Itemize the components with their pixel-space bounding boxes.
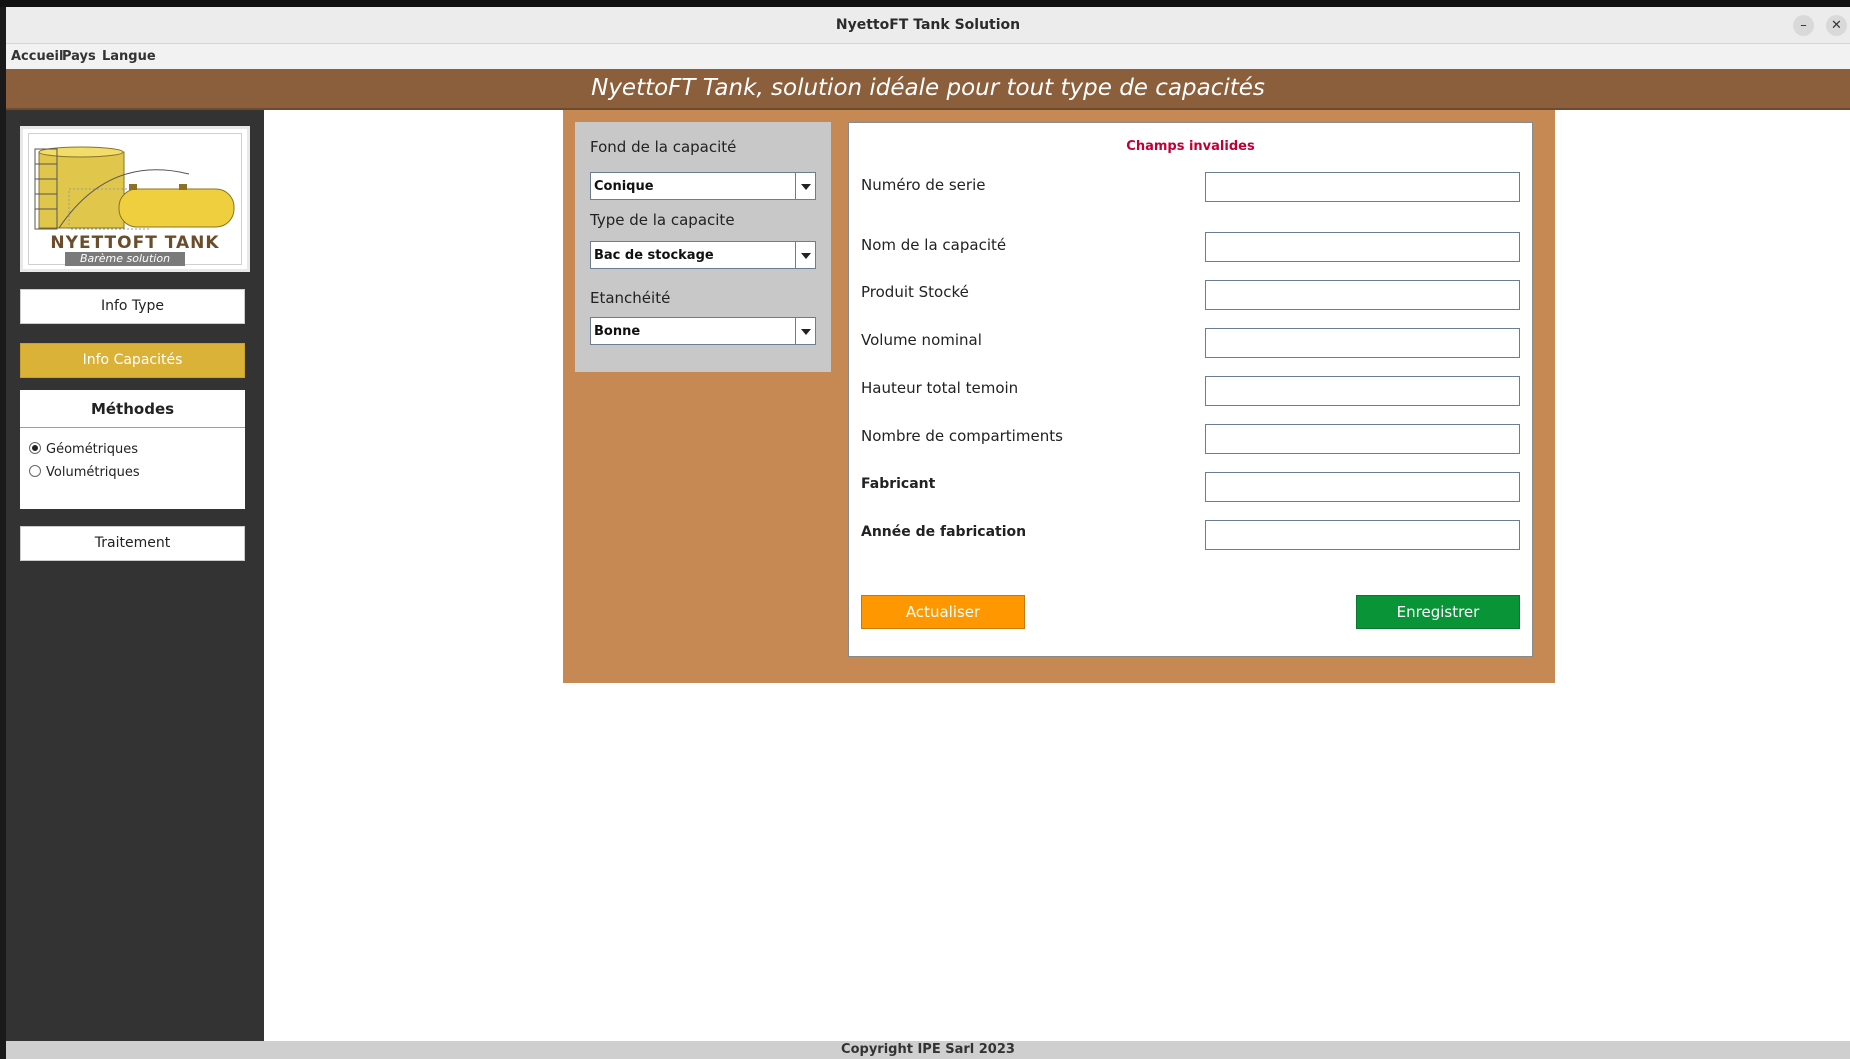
- radio-geometriques-label: Géométriques: [46, 442, 139, 457]
- nom-capacite-label: Nom de la capacité: [861, 236, 1007, 254]
- radio-geometriques[interactable]: Géométriques: [29, 442, 138, 457]
- tank-illustration-icon: [34, 146, 235, 230]
- window-title: NyettoFT Tank Solution: [835, 17, 1021, 33]
- type-select[interactable]: Bac de stockage: [590, 241, 816, 269]
- produit-stocke-label: Produit Stocké: [861, 283, 969, 301]
- type-label: Type de la capacite: [590, 211, 735, 229]
- fabricant-label: Fabricant: [861, 476, 936, 492]
- type-select-value: Bac de stockage: [594, 248, 714, 263]
- fond-select[interactable]: Conique: [590, 172, 816, 200]
- minimize-button[interactable]: –: [1793, 15, 1814, 36]
- app-window: NyettoFT Tank Solution – ✕ Accueil Pays …: [6, 7, 1850, 1059]
- numero-serie-label: Numéro de serie: [861, 176, 986, 194]
- info-type-button[interactable]: Info Type: [20, 289, 245, 324]
- logo: NYETTOFT TANK Barème solution: [20, 126, 250, 272]
- chevron-down-icon[interactable]: [795, 242, 815, 268]
- main-panel: Fond de la capacité Conique Type de la c…: [563, 110, 1555, 683]
- numero-serie-input[interactable]: [1205, 172, 1520, 202]
- fond-label: Fond de la capacité: [590, 138, 737, 156]
- annee-fabrication-label: Année de fabrication: [861, 524, 1027, 540]
- methods-panel: Méthodes Géométriques Volumétriques: [20, 390, 245, 509]
- nom-capacite-input[interactable]: [1205, 232, 1520, 262]
- save-button[interactable]: Enregistrer: [1356, 595, 1520, 629]
- desktop-top-strip: [0, 0, 1850, 7]
- traitement-button[interactable]: Traitement: [20, 526, 245, 561]
- menu-pays[interactable]: Pays: [62, 49, 96, 64]
- close-button[interactable]: ✕: [1826, 15, 1847, 36]
- etancheite-label: Etanchéité: [590, 289, 671, 307]
- info-capacites-button[interactable]: Info Capacités: [20, 343, 245, 378]
- fabricant-input[interactable]: [1205, 472, 1520, 502]
- update-button[interactable]: Actualiser: [861, 595, 1025, 629]
- error-message: Champs invalides: [1126, 139, 1255, 154]
- annee-fabrication-input[interactable]: [1205, 520, 1520, 550]
- chevron-down-icon[interactable]: [795, 173, 815, 199]
- hauteur-total-input[interactable]: [1205, 376, 1520, 406]
- etancheite-select-value: Bonne: [594, 324, 641, 339]
- radio-unchecked-icon[interactable]: [29, 465, 41, 477]
- capacity-type-panel: Fond de la capacité Conique Type de la c…: [575, 122, 831, 372]
- volume-nominal-label: Volume nominal: [861, 331, 982, 349]
- logo-title: NYETTOFT TANK: [50, 233, 220, 253]
- radio-checked-icon[interactable]: [29, 442, 41, 454]
- methods-title: Méthodes: [20, 390, 245, 428]
- radio-volumetriques[interactable]: Volumétriques: [29, 465, 140, 480]
- nombre-compartiments-label: Nombre de compartiments: [861, 427, 1063, 445]
- fond-select-value: Conique: [594, 179, 654, 194]
- header-banner: NyettoFT Tank, solution idéale pour tout…: [6, 69, 1850, 110]
- capacity-form: Champs invalides Numéro de serie Nom de …: [848, 122, 1533, 657]
- radio-volumetriques-label: Volumétriques: [46, 465, 140, 480]
- hauteur-total-label: Hauteur total temoin: [861, 379, 1019, 397]
- menu-accueil[interactable]: Accueil: [11, 49, 63, 64]
- menu-langue[interactable]: Langue: [102, 49, 156, 64]
- sidebar: NYETTOFT TANK Barème solution Info Type …: [6, 110, 264, 1041]
- banner-text: NyettoFT Tank, solution idéale pour tout…: [591, 75, 1265, 101]
- title-bar: NyettoFT Tank Solution – ✕: [6, 7, 1850, 44]
- menu-bar: Accueil Pays Langue: [6, 44, 1850, 69]
- produit-stocke-input[interactable]: [1205, 280, 1520, 310]
- footer-copyright: Copyright IPE Sarl 2023: [6, 1041, 1850, 1059]
- etancheite-select[interactable]: Bonne: [590, 317, 816, 345]
- volume-nominal-input[interactable]: [1205, 328, 1520, 358]
- chevron-down-icon[interactable]: [795, 318, 815, 344]
- logo-subtitle: Barème solution: [65, 252, 185, 266]
- nombre-compartiments-input[interactable]: [1205, 424, 1520, 454]
